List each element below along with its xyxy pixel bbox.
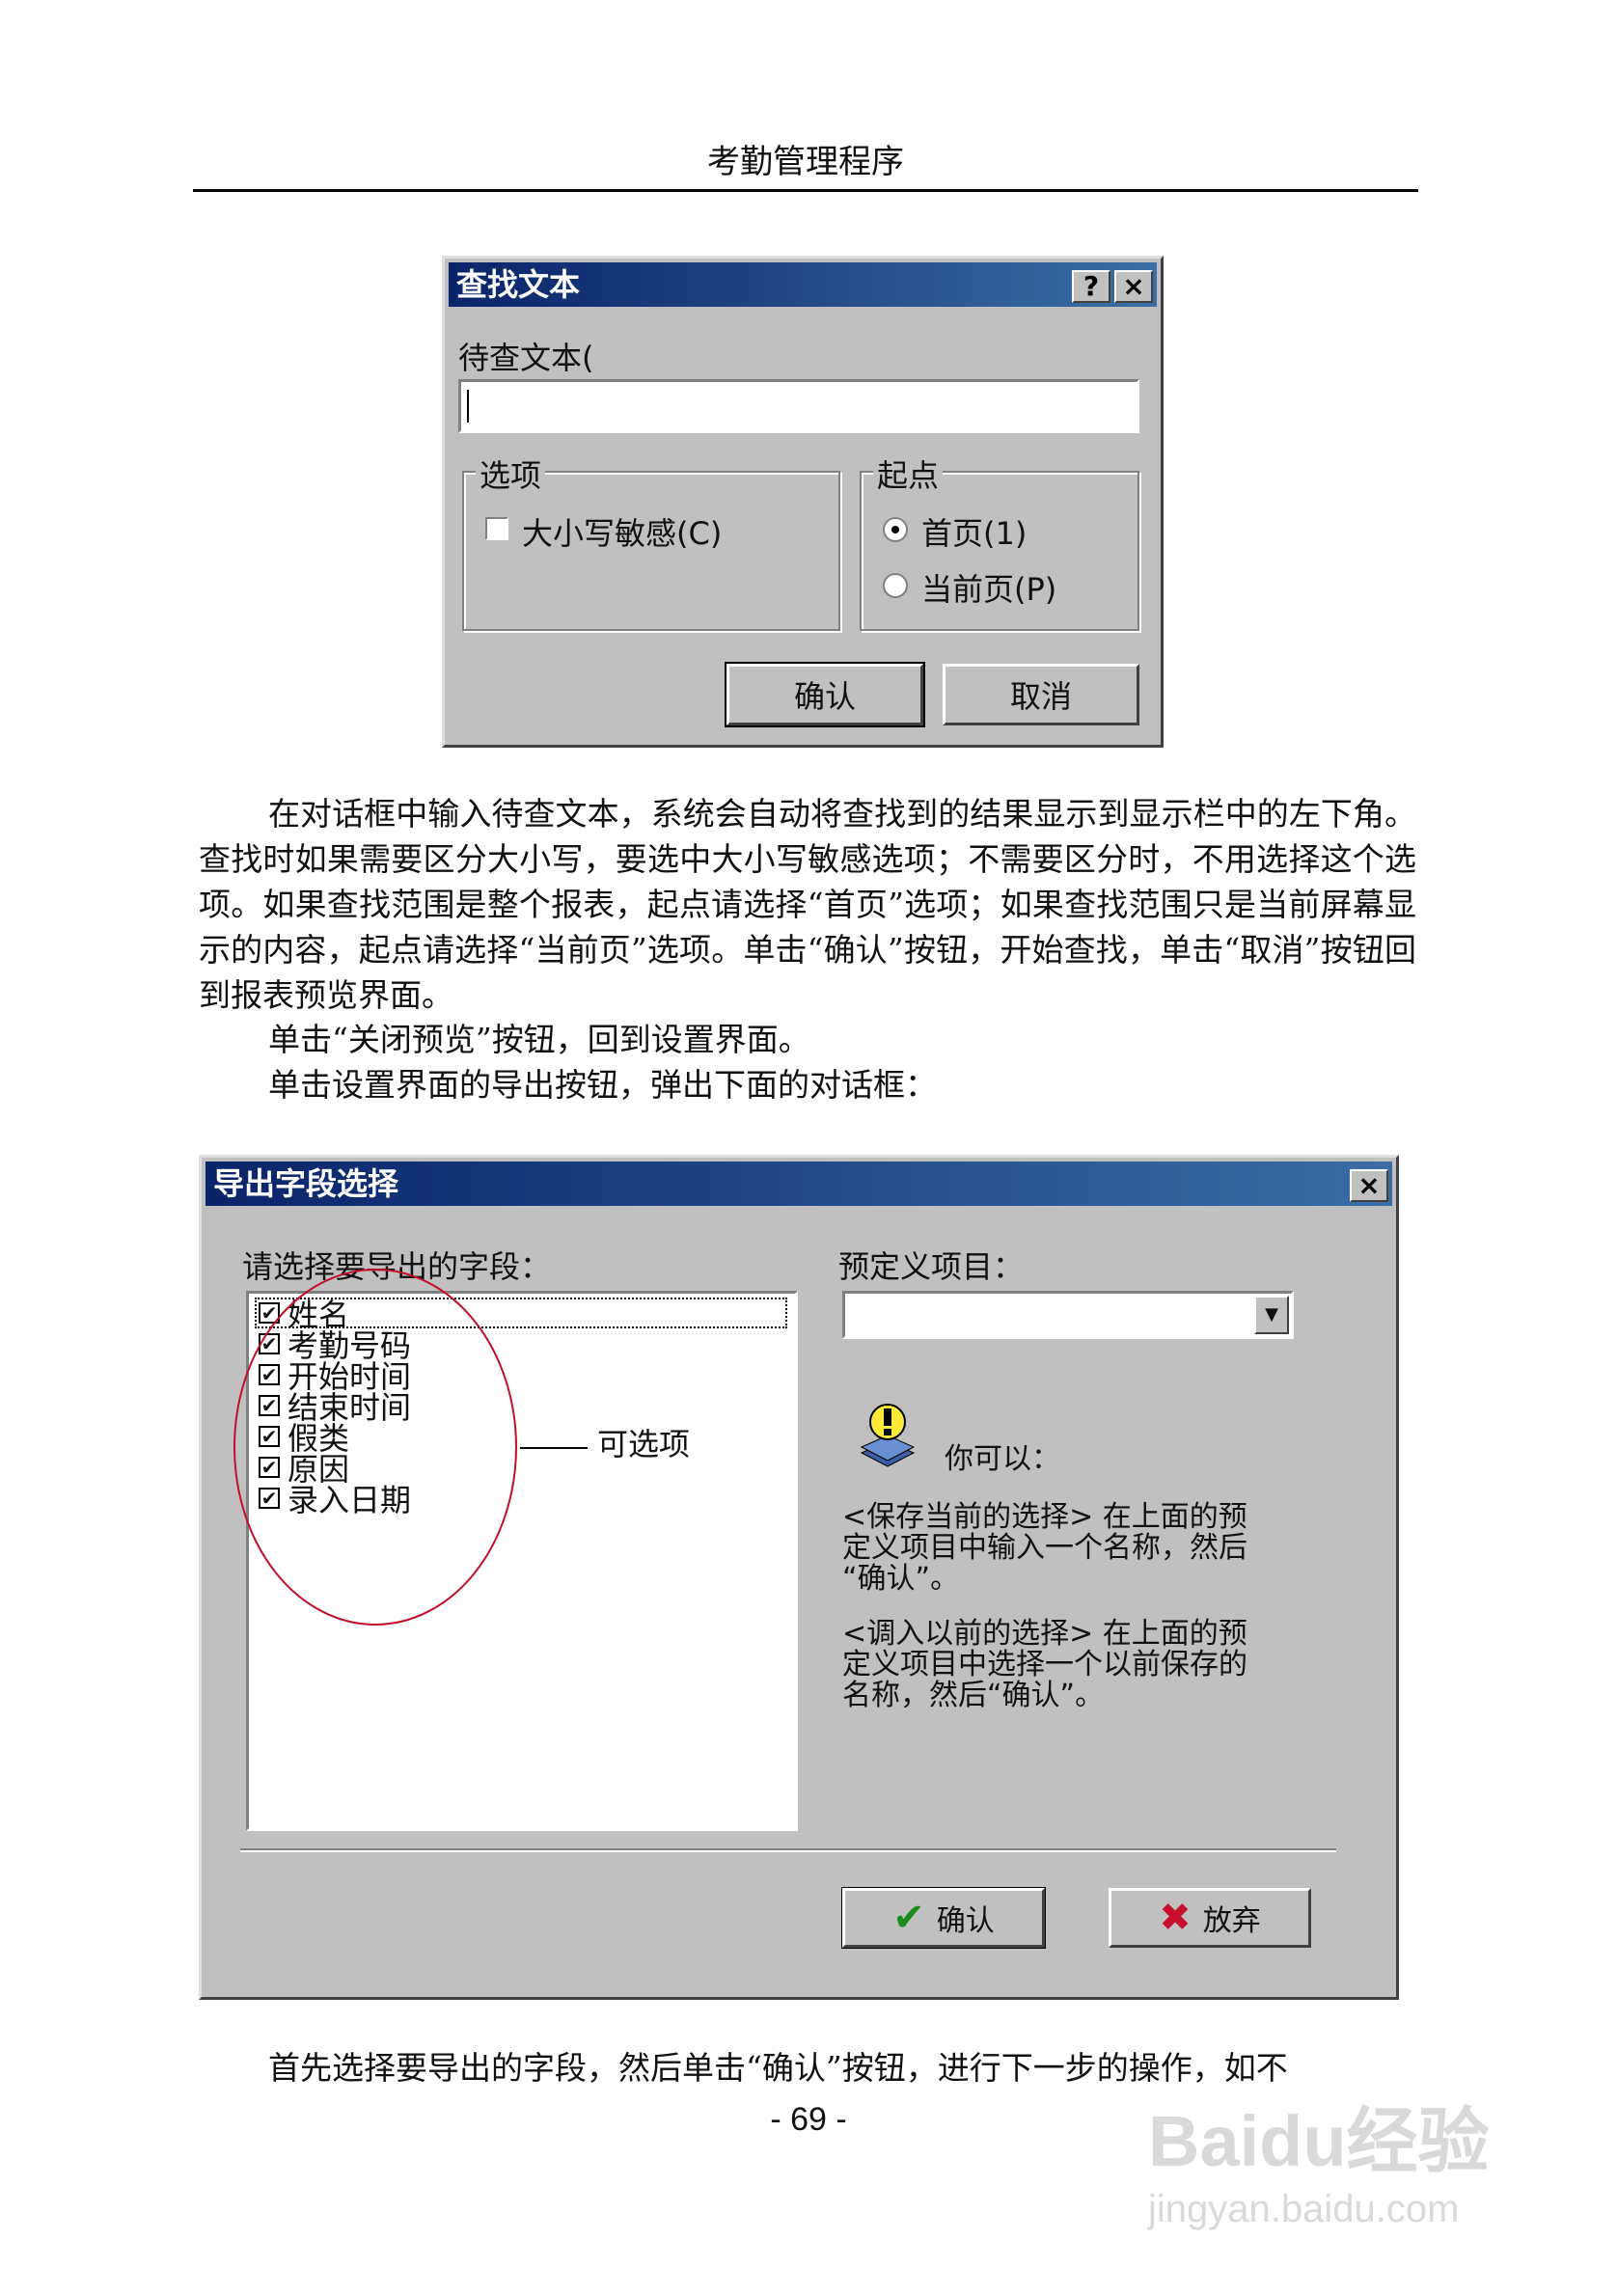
export-dialog-title: 导出字段选择	[213, 1165, 399, 1202]
find-ok-label: 确认	[793, 678, 856, 715]
export-fields-dialog: 导出字段选择 × 请选择要导出的字段： ✔ 姓名 ✔ 考勤号码 ✔ 开始时间 ✔ 结束时…	[199, 1155, 1399, 2000]
header-rule	[193, 189, 1418, 192]
predefined-label: 预定义项目：	[838, 1248, 1025, 1285]
find-text-dialog: 查找文本 ? × 待查文本( 选项 大小写敏感(C) 起点 首页(1) 当前页(…	[442, 256, 1164, 748]
find-cancel-label: 取消	[1009, 678, 1072, 715]
find-ok-button[interactable]: 确认	[725, 662, 925, 727]
current-page-label[interactable]: 当前页(P)	[921, 565, 1056, 610]
page-header-title: 考勤管理程序	[707, 143, 904, 181]
export-discard-button[interactable]: ✖ 放弃	[1109, 1888, 1311, 1948]
find-dialog-title: 查找文本	[456, 266, 581, 303]
close-button[interactable]: ×	[1114, 270, 1153, 303]
annotation-line	[520, 1447, 588, 1449]
watermark-brand: Baidu经验	[1148, 2101, 1490, 2181]
start-point-group: 起点 首页(1) 当前页(P)	[860, 451, 1139, 631]
find-cancel-button[interactable]: 取消	[943, 664, 1139, 725]
start-point-group-label: 起点	[873, 451, 944, 496]
separator	[240, 1848, 1336, 1850]
first-page-radio[interactable]	[883, 517, 908, 542]
options-group-label: 选项	[476, 451, 546, 496]
search-text-label: 待查文本(	[458, 340, 594, 376]
watermark: Baidu经验 jingyan.baidu.com	[1148, 2098, 1490, 2233]
paragraph-export-intro: 单击设置界面的导出按钮，弹出下面的对话框：	[268, 1066, 937, 1104]
predefined-dropdown[interactable]: ▼	[842, 1291, 1294, 1339]
paragraph-find-explanation: 在对话框中输入待查文本，系统会自动将查找到的结果显示到显示栏中的左下角。查找时如…	[199, 795, 1416, 1014]
export-ok-button[interactable]: ✔ 确认	[841, 1887, 1046, 1949]
info-load-text: <调入以前的选择> 在上面的预 定义项目中选择一个以前保存的 名称，然后“确认”…	[842, 1617, 1247, 1712]
options-group: 选项 大小写敏感(C)	[462, 451, 840, 631]
paragraph-export-next-step: 首先选择要导出的字段，然后单击“确认”按钮，进行下一步的操作，如不	[268, 2049, 1288, 2087]
watermark-url: jingyan.baidu.com	[1148, 2188, 1460, 2230]
help-button[interactable]: ?	[1072, 270, 1110, 303]
checkmark-icon: ✔	[892, 1896, 925, 1940]
case-sensitive-checkbox[interactable]	[485, 517, 508, 540]
export-dialog-titlebar: 导出字段选择 ×	[206, 1162, 1392, 1206]
paragraph-close-preview: 单击“关闭预览”按钮，回到设置界面。	[268, 1021, 810, 1058]
close-button[interactable]: ×	[1350, 1169, 1388, 1202]
x-cross-icon: ✖	[1159, 1896, 1192, 1940]
first-page-label[interactable]: 首页(1)	[921, 509, 1027, 554]
export-discard-label: 放弃	[1202, 1904, 1261, 1938]
info-title: 你可以：	[945, 1442, 1060, 1476]
search-text-input[interactable]	[458, 379, 1139, 433]
find-dialog-titlebar: 查找文本 ? ×	[449, 262, 1157, 307]
chevron-down-icon[interactable]: ▼	[1254, 1296, 1289, 1334]
current-page-radio[interactable]	[883, 573, 908, 598]
annotation-ellipse	[233, 1269, 517, 1626]
lightbulb-info-icon	[860, 1404, 916, 1467]
text-cursor	[467, 390, 469, 423]
info-save-text: <保存当前的选择> 在上面的预 定义项目中输入一个名称，然后 “确认”。	[842, 1500, 1247, 1596]
annotation-label: 可选项	[597, 1426, 691, 1462]
case-sensitive-label[interactable]: 大小写敏感(C)	[522, 509, 722, 554]
export-ok-label: 确认	[936, 1904, 995, 1938]
